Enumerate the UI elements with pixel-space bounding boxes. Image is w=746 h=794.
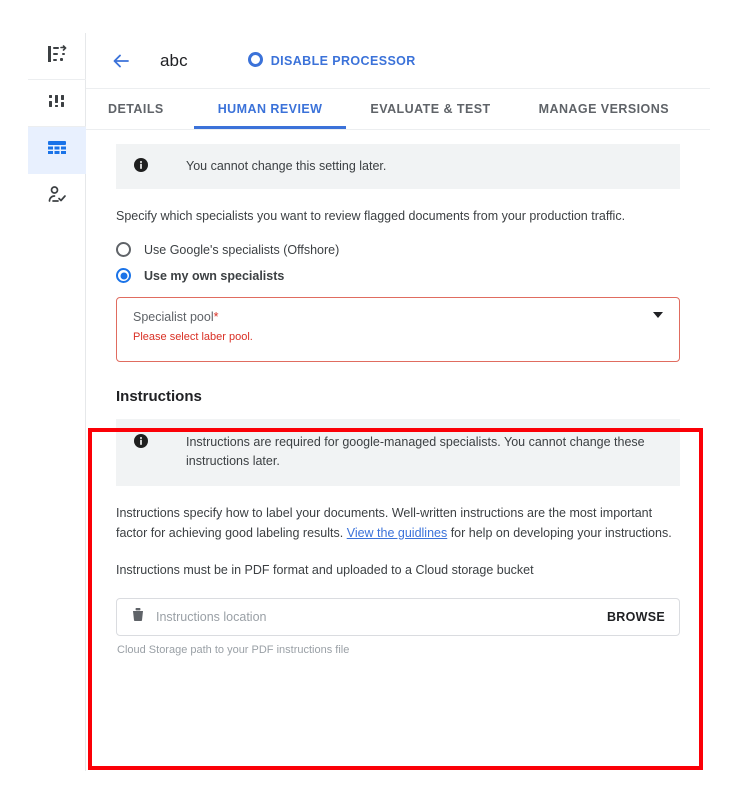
- human-review-panel: You cannot change this setting later. Sp…: [86, 144, 710, 656]
- disable-processor-label: DISABLE PROCESSOR: [270, 53, 416, 68]
- sidebar-item-processors[interactable]: [28, 127, 86, 174]
- browse-button[interactable]: BROWSE: [607, 610, 665, 624]
- required-marker: *: [213, 310, 219, 324]
- tab-evaluate-and-test[interactable]: EVALUATE & TEST: [346, 89, 514, 129]
- instructions-description: Instructions specify how to label your d…: [116, 503, 680, 543]
- instructions-location-field[interactable]: Instructions location BROWSE: [116, 598, 680, 636]
- back-arrow-icon[interactable]: [108, 48, 134, 74]
- bar-chart-icon: [46, 90, 68, 117]
- info-icon: [134, 158, 148, 172]
- view-guidelines-link[interactable]: View the guidlines: [347, 526, 448, 540]
- instructions-heading: Instructions: [116, 388, 202, 405]
- storage-bucket-icon: [131, 607, 145, 627]
- radio-option-google-specialists[interactable]: Use Google's specialists (Offshore): [116, 242, 680, 257]
- sidebar-item-workflow[interactable]: [28, 33, 86, 80]
- instructions-location-placeholder: Instructions location: [156, 610, 267, 624]
- radio-indicator-checked: [116, 268, 131, 283]
- human-review-description: Specify which specialists you want to re…: [116, 209, 626, 223]
- workflow-icon: [45, 42, 69, 71]
- specialist-pool-label: Specialist pool*: [133, 310, 663, 324]
- radio-label-own-specialists: Use my own specialists: [144, 268, 285, 283]
- app-root: abc DISABLE PROCESSOR DETAILS HUMAN REVI…: [0, 0, 746, 794]
- setting-warning-banner: You cannot change this setting later.: [116, 144, 680, 189]
- page-title: abc: [160, 50, 188, 70]
- tab-manage-versions[interactable]: MANAGE VERSIONS: [515, 89, 693, 129]
- radio-label-google-specialists: Use Google's specialists (Offshore): [144, 242, 340, 257]
- specialist-source-radio-group: Use Google's specialists (Offshore) Use …: [116, 242, 680, 283]
- setting-warning-text: You cannot change this setting later.: [186, 159, 387, 173]
- disable-processor-button[interactable]: DISABLE PROCESSOR: [247, 51, 416, 70]
- radio-indicator-unchecked: [116, 242, 131, 257]
- instructions-warning-banner: Instructions are required for google-man…: [116, 419, 680, 486]
- chevron-down-icon[interactable]: [653, 312, 663, 318]
- stop-circle-icon: [247, 51, 263, 70]
- sidebar-item-reviewers[interactable]: [28, 174, 86, 221]
- instructions-warning-text: Instructions are required for google-man…: [186, 435, 645, 468]
- specialist-pool-select[interactable]: Specialist pool* Please select laber poo…: [116, 297, 680, 362]
- main-content: abc DISABLE PROCESSOR DETAILS HUMAN REVI…: [86, 33, 710, 771]
- sidebar-item-analytics[interactable]: [28, 80, 86, 127]
- instructions-location-helper: Cloud Storage path to your PDF instructi…: [117, 644, 350, 656]
- instructions-format-note: Instructions must be in PDF format and u…: [116, 563, 534, 577]
- specialist-pool-error: Please select laber pool.: [133, 331, 253, 343]
- person-check-icon: [46, 184, 68, 211]
- table-grid-icon: [46, 139, 68, 162]
- page-header: abc DISABLE PROCESSOR: [86, 33, 710, 89]
- info-icon: [134, 434, 148, 448]
- tab-details[interactable]: DETAILS: [108, 89, 194, 129]
- tab-human-review[interactable]: HUMAN REVIEW: [193, 89, 347, 129]
- radio-option-own-specialists[interactable]: Use my own specialists: [116, 268, 680, 283]
- tab-bar: DETAILS HUMAN REVIEW EVALUATE & TEST MAN…: [86, 89, 710, 130]
- specialist-pool-label-text: Specialist pool: [133, 310, 214, 324]
- instructions-description-part2: for help on developing your instructions…: [447, 526, 672, 540]
- left-nav-rail: [28, 33, 86, 771]
